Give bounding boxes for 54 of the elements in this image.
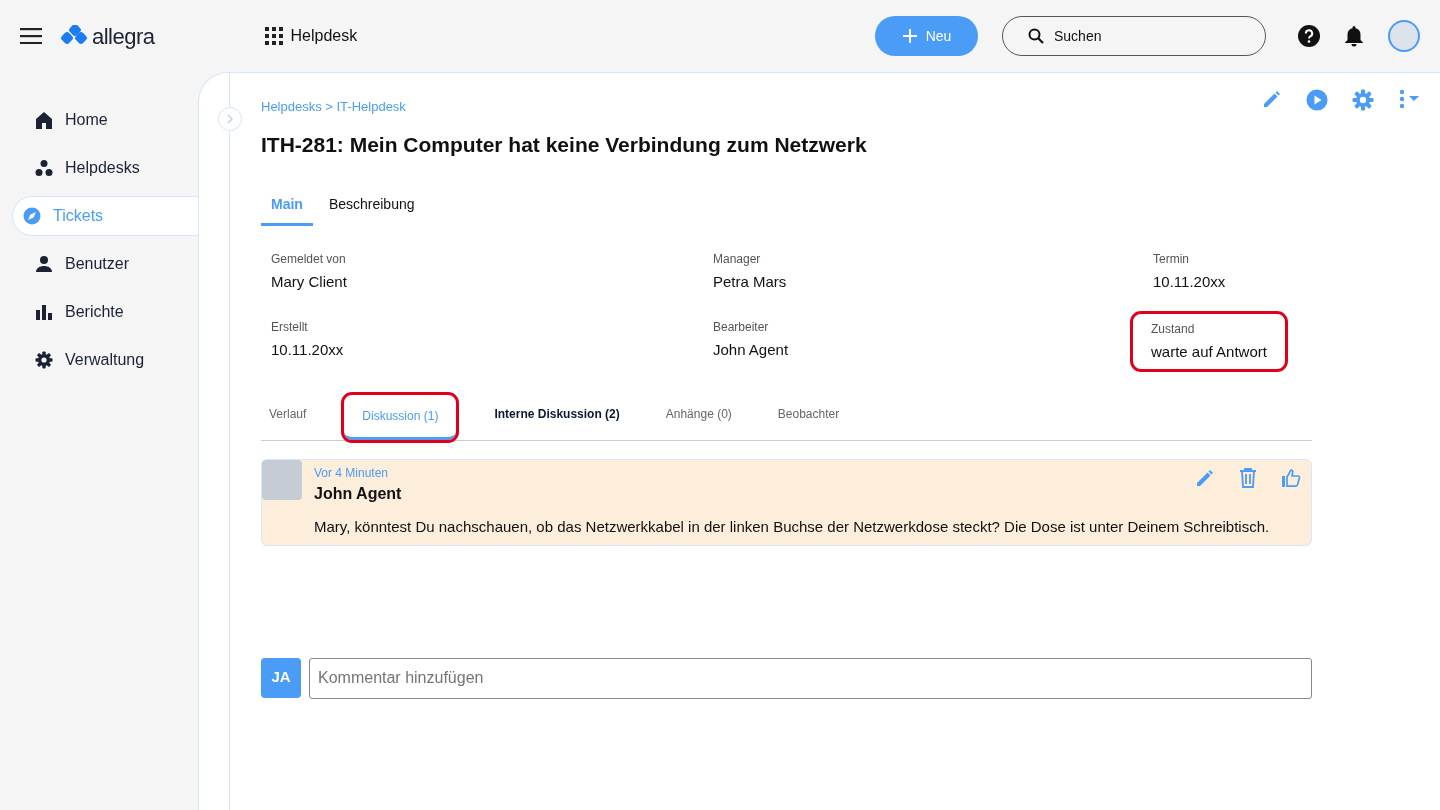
person-icon: [35, 255, 53, 273]
field-value: John Agent: [713, 339, 790, 360]
edit-icon[interactable]: [1262, 89, 1282, 109]
ticket-title: ITH-281: Mein Computer hat keine Verbindung zum Netzwerk: [261, 131, 868, 158]
logo-icon: [58, 25, 88, 47]
field-value: 10.11.20xx: [271, 339, 345, 360]
notification-bell-icon[interactable]: [1344, 25, 1364, 47]
menu-icon[interactable]: [20, 28, 42, 44]
comment-text: Mary, könntest Du nachschauen, ob das Netzwerkkabel in der linken Buchse der Netzwerkdose steckt? Die Dose ist unter Deinem Schreibtisch.: [314, 517, 1270, 537]
comment-input[interactable]: Kommentar hinzufügen: [309, 657, 1312, 699]
comment-author: John Agent: [314, 484, 402, 504]
compass-icon: [23, 207, 41, 225]
avatar-photo-placeholder: [262, 460, 302, 500]
sidebar-item[interactable]: Helpdesks: [12, 148, 198, 188]
app-name: Helpdesk: [290, 26, 358, 46]
field-value: Mary Client: [271, 272, 348, 292]
apps-grid-icon[interactable]: [264, 27, 283, 45]
search-field[interactable]: Suchen: [1002, 16, 1266, 56]
sidebar-item[interactable]: Berichte: [12, 292, 198, 332]
plus-icon: [901, 28, 918, 44]
edit-button[interactable]: [1195, 468, 1215, 488]
field-label: Termin: [1153, 251, 1190, 268]
field-label: Erstellt: [271, 318, 309, 336]
sidebar-item[interactable]: Home: [12, 100, 198, 140]
delete-button[interactable]: [1239, 468, 1257, 488]
more-menu-icon[interactable]: [1398, 89, 1420, 109]
settings-icon: [35, 351, 53, 369]
dots-icon: [35, 159, 53, 177]
field-value: Petra Mars: [713, 272, 788, 292]
search-icon: [1028, 28, 1044, 44]
field-value: warte auf Antwort: [1151, 341, 1267, 362]
tab[interactable]: Beschreibung: [318, 186, 425, 226]
sidebar-item[interactable]: Benutzer: [12, 244, 198, 284]
comment-time: Vor 4 Minuten: [314, 465, 389, 482]
home-icon: [35, 111, 53, 129]
field-label: Zustand: [1151, 320, 1196, 338]
field-value: 10.11.20xx: [1153, 272, 1227, 292]
tab[interactable]: Interne Diskussion (2): [486, 393, 628, 440]
tab[interactable]: Anhänge (0): [657, 393, 740, 440]
help-icon[interactable]: [1298, 25, 1320, 47]
field-label: Bearbeiter: [713, 318, 770, 336]
like-button[interactable]: [1281, 468, 1301, 488]
tab[interactable]: Verlauf: [261, 393, 315, 440]
tab[interactable]: Beobachter: [769, 393, 848, 440]
sidebar-item[interactable]: Verwaltung: [12, 340, 198, 380]
chevron-icon: [226, 114, 234, 124]
user-initials-avatar: JA: [261, 657, 301, 698]
brand-name: allegra: [92, 22, 155, 51]
bar-chart-icon: [35, 303, 53, 321]
user-avatar[interactable]: [1388, 20, 1420, 52]
play-icon[interactable]: [1306, 89, 1328, 111]
field-label: Manager: [713, 251, 762, 268]
field-label: Gemeldet von: [271, 251, 347, 268]
settings-icon[interactable]: [1352, 89, 1374, 111]
